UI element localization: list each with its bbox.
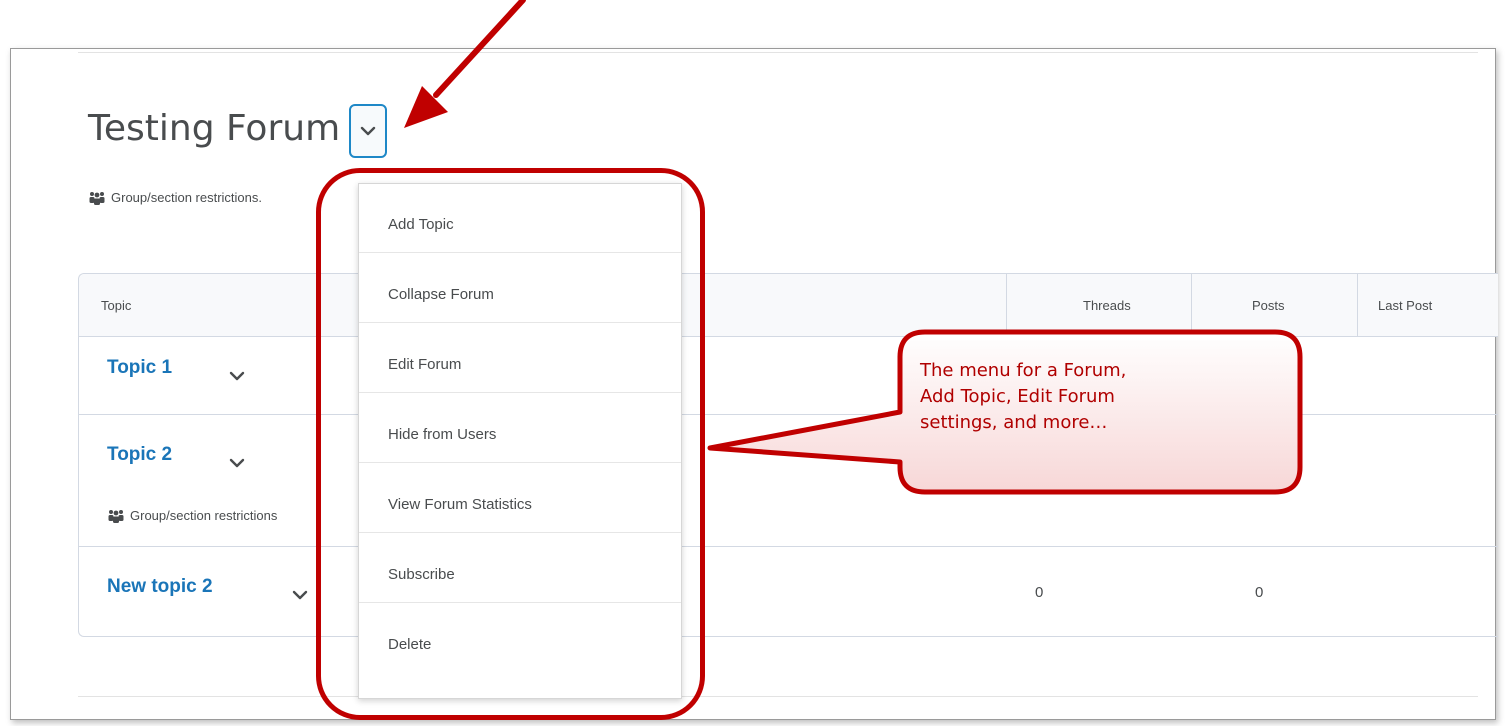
- pointer-arrow: [404, 0, 526, 128]
